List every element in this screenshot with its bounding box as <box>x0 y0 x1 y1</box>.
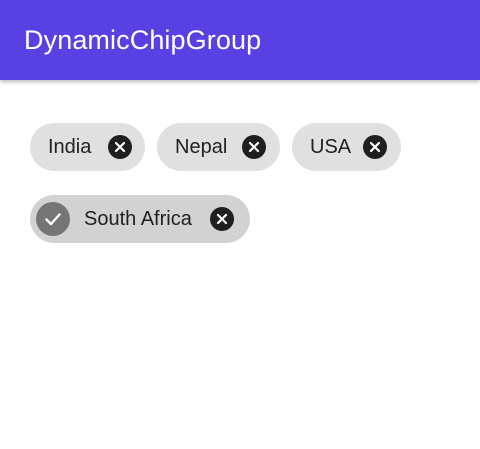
chip-label: India <box>48 135 92 158</box>
app-title: DynamicChipGroup <box>24 24 262 55</box>
chip-label: South Africa <box>84 207 192 230</box>
chip-label: USA <box>310 135 352 158</box>
chip-nepal[interactable]: Nepal <box>157 123 280 171</box>
chip-label: Nepal <box>175 135 228 158</box>
chip-south-africa[interactable]: South Africa <box>30 195 250 243</box>
close-icon[interactable] <box>210 207 234 231</box>
app-bar: DynamicChipGroup <box>0 0 480 80</box>
close-icon[interactable] <box>108 135 132 159</box>
close-icon[interactable] <box>363 135 387 159</box>
chip-india[interactable]: India <box>30 123 145 171</box>
close-icon[interactable] <box>242 135 266 159</box>
chip-usa[interactable]: USA <box>292 123 401 171</box>
check-icon <box>36 202 70 236</box>
